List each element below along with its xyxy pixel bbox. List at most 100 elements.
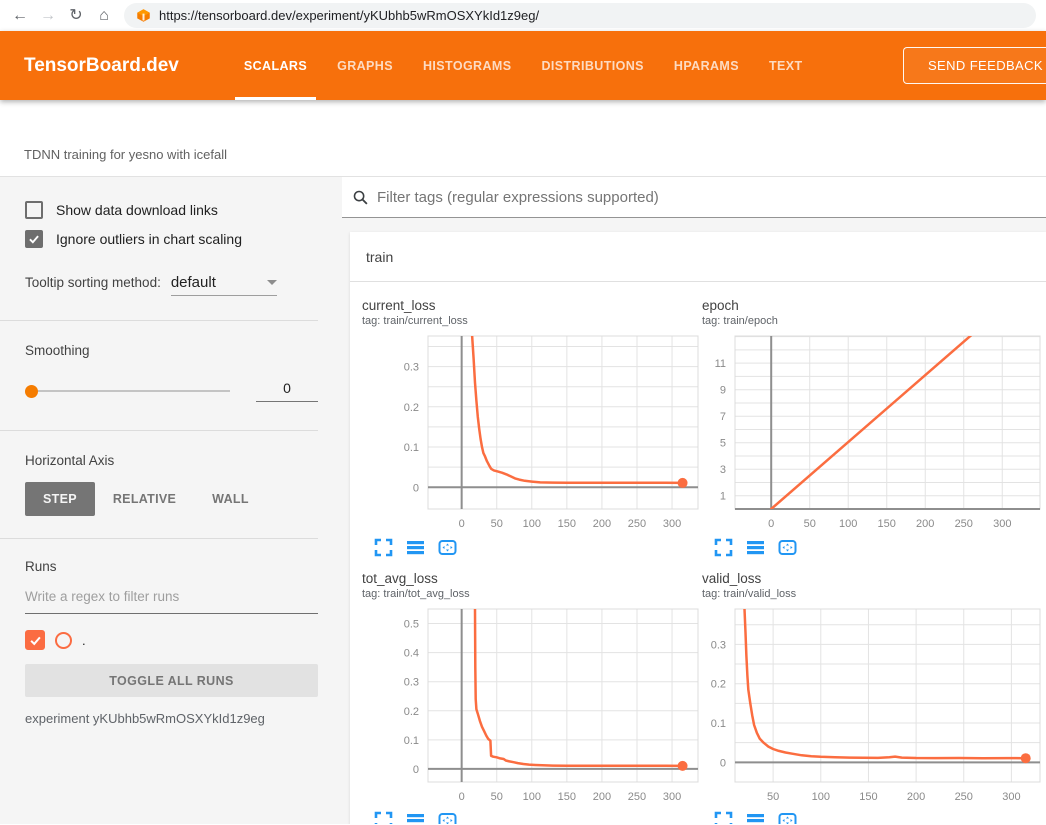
tag-filter-input[interactable]: Filter tags (regular expressions support…: [342, 177, 1046, 218]
svg-text:300: 300: [663, 791, 681, 803]
chevron-down-icon: [267, 280, 277, 285]
svg-text:50: 50: [804, 518, 816, 530]
reload-icon[interactable]: ↻: [62, 2, 90, 30]
runs-filter-placeholder: Write a regex to filter runs: [25, 589, 179, 604]
browser-toolbar: ← → ↻ ⌂ https://tensorboard.dev/experime…: [0, 0, 1046, 31]
show-download-links-label: Show data download links: [56, 202, 218, 218]
chart-plot-tot_avg_loss[interactable]: 05010015020025030000.10.20.30.40.5: [350, 608, 704, 807]
chart-title: epoch: [702, 298, 1046, 313]
ignore-outliers-checkbox[interactable]: [25, 230, 43, 248]
axis-relative-button[interactable]: RELATIVE: [95, 482, 194, 516]
toggle-y-axis-icon[interactable]: [746, 811, 765, 824]
chart-title: current_loss: [362, 298, 690, 313]
svg-text:0.2: 0.2: [404, 706, 419, 718]
run-checkbox[interactable]: [25, 630, 45, 650]
svg-text:3: 3: [720, 464, 726, 476]
expand-chart-icon[interactable]: [374, 538, 393, 557]
train-section-header[interactable]: train: [350, 232, 1046, 282]
tensorboard-favicon-icon: [136, 8, 151, 23]
forward-icon[interactable]: →: [34, 2, 62, 30]
address-bar[interactable]: https://tensorboard.dev/experiment/yKUbh…: [124, 3, 1036, 28]
show-download-links-checkbox[interactable]: [25, 201, 43, 219]
tooltip-sorting-select[interactable]: default: [171, 274, 277, 296]
expand-chart-icon[interactable]: [374, 811, 393, 824]
chart-plot-epoch[interactable]: 0501001502002503001357911: [690, 335, 1046, 534]
chart-tag: tag: train/current_loss: [362, 315, 690, 327]
chart-actions: [374, 538, 690, 557]
svg-text:0: 0: [768, 518, 774, 530]
svg-text:5: 5: [720, 438, 726, 450]
chart-card-valid_loss: valid_losstag: train/valid_loss501001502…: [690, 571, 1046, 824]
svg-text:7: 7: [720, 411, 726, 423]
expand-chart-icon[interactable]: [714, 538, 733, 557]
charts-grid: current_losstag: train/current_loss05010…: [350, 282, 1046, 824]
search-icon: [352, 189, 369, 206]
svg-text:100: 100: [812, 791, 830, 803]
home-icon[interactable]: ⌂: [90, 2, 118, 30]
chart-plot-valid_loss[interactable]: 5010015020025030000.10.20.3: [690, 608, 1046, 807]
chart-plot-current_loss[interactable]: 05010015020025030000.10.20.3: [350, 335, 704, 534]
fit-domain-to-data-icon[interactable]: [438, 538, 457, 557]
svg-text:50: 50: [491, 791, 503, 803]
toggle-y-axis-icon[interactable]: [406, 538, 425, 557]
tab-distributions[interactable]: DISTRIBUTIONS: [526, 31, 658, 100]
chart-actions: [714, 811, 1046, 824]
expand-chart-icon[interactable]: [714, 811, 733, 824]
runs-label: Runs: [25, 559, 318, 574]
tab-histograms[interactable]: HISTOGRAMS: [408, 31, 527, 100]
back-icon[interactable]: ←: [6, 2, 34, 30]
svg-text:150: 150: [859, 791, 877, 803]
sidebar-divider: [0, 320, 318, 321]
svg-text:0: 0: [720, 757, 726, 769]
svg-text:0.1: 0.1: [404, 442, 419, 454]
svg-text:9: 9: [720, 385, 726, 397]
tab-text[interactable]: TEXT: [754, 31, 818, 100]
app-logo[interactable]: TensorBoard.dev: [24, 55, 179, 77]
tab-scalars[interactable]: SCALARS: [229, 31, 322, 100]
svg-text:300: 300: [1002, 791, 1020, 803]
chart-tag: tag: train/epoch: [702, 315, 1046, 327]
svg-text:200: 200: [593, 791, 611, 803]
smoothing-value-field[interactable]: 0: [256, 380, 318, 402]
svg-text:50: 50: [767, 791, 779, 803]
svg-text:250: 250: [955, 791, 973, 803]
toggle-y-axis-icon[interactable]: [746, 538, 765, 557]
fit-domain-to-data-icon[interactable]: [438, 811, 457, 824]
smoothing-slider[interactable]: [25, 390, 230, 392]
nav-tabs: SCALARS GRAPHS HISTOGRAMS DISTRIBUTIONS …: [229, 31, 818, 100]
smoothing-slider-thumb[interactable]: [25, 385, 38, 398]
tab-graphs[interactable]: GRAPHS: [322, 31, 408, 100]
main-pane: Filter tags (regular expressions support…: [342, 177, 1046, 824]
smoothing-label: Smoothing: [25, 343, 318, 358]
url-text: https://tensorboard.dev/experiment/yKUbh…: [159, 8, 539, 23]
svg-text:250: 250: [628, 791, 646, 803]
svg-text:0: 0: [413, 764, 419, 776]
svg-text:0.1: 0.1: [711, 718, 726, 730]
run-row: .: [25, 630, 318, 650]
axis-step-button[interactable]: STEP: [25, 482, 95, 516]
svg-text:150: 150: [878, 518, 896, 530]
run-color-swatch: [55, 632, 72, 649]
fit-domain-to-data-icon[interactable]: [778, 538, 797, 557]
runs-filter-input[interactable]: Write a regex to filter runs: [25, 588, 318, 614]
train-section-card: train current_loss tag: train/current_los…: [350, 232, 1046, 824]
sidebar-divider: [0, 430, 318, 431]
svg-text:200: 200: [916, 518, 934, 530]
run-name: .: [82, 633, 86, 648]
tab-hparams[interactable]: HPARAMS: [659, 31, 754, 100]
axis-wall-button[interactable]: WALL: [194, 482, 267, 516]
fit-domain-to-data-icon[interactable]: [778, 811, 797, 824]
svg-text:150: 150: [558, 518, 576, 530]
svg-text:300: 300: [663, 518, 681, 530]
svg-text:11: 11: [715, 358, 726, 370]
svg-text:0.2: 0.2: [711, 679, 726, 691]
chart-actions: [374, 811, 690, 824]
toggle-y-axis-icon[interactable]: [406, 811, 425, 824]
svg-text:300: 300: [993, 518, 1011, 530]
tooltip-sorting-value: default: [171, 274, 216, 291]
svg-text:100: 100: [523, 518, 541, 530]
chart-card-epoch: epochtag: train/epoch0501001502002503001…: [690, 298, 1046, 557]
svg-text:0.5: 0.5: [404, 619, 419, 631]
send-feedback-button[interactable]: SEND FEEDBACK: [903, 47, 1046, 84]
toggle-all-runs-button[interactable]: TOGGLE ALL RUNS: [25, 664, 318, 697]
